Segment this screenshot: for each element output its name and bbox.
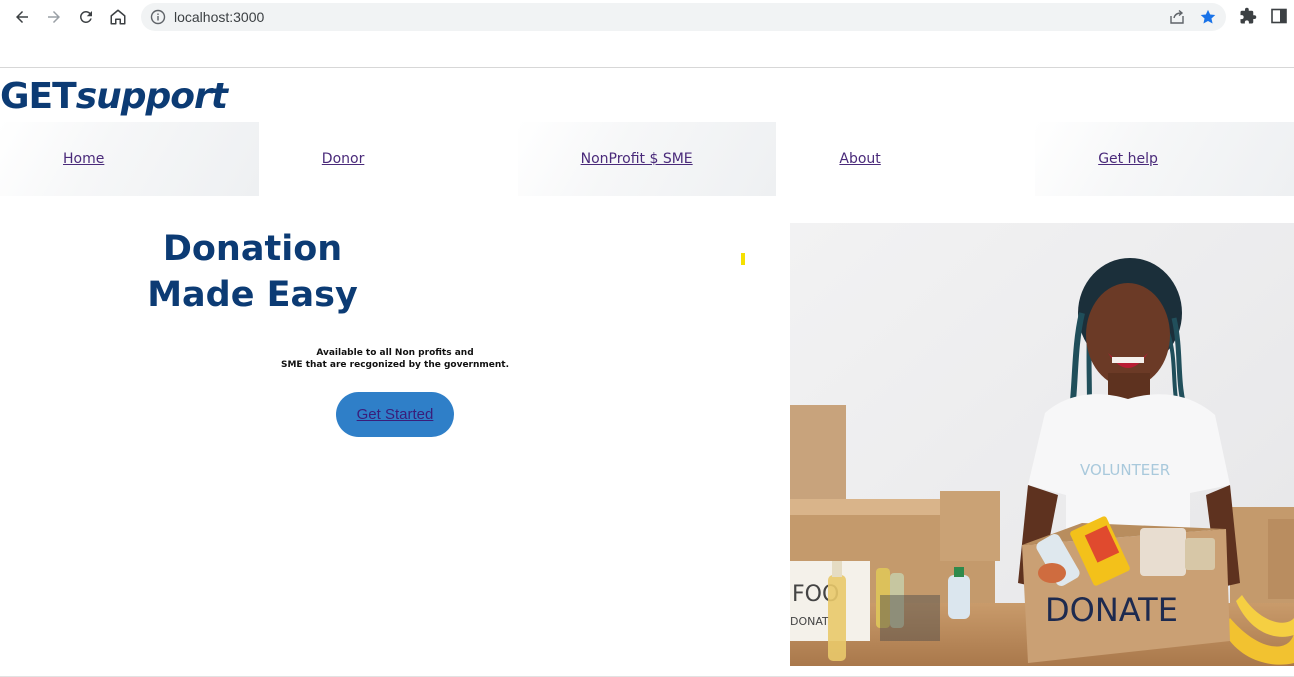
home-icon[interactable] <box>106 5 130 29</box>
hero-title-line-2: Made Easy <box>147 275 358 315</box>
main-navigation: Home Donor NonProfit $ SME About Get hel… <box>0 122 1294 196</box>
nav-item-home: Home <box>0 122 259 196</box>
reload-icon[interactable] <box>74 5 98 29</box>
address-bar[interactable]: localhost:3000 <box>141 3 1226 31</box>
hero-title: Donation Made Easy <box>140 226 365 318</box>
hero-subtitle-line-2: SME that are recgonized by the governmen… <box>280 360 510 370</box>
browser-toolbar: localhost:3000 <box>0 0 1294 68</box>
nav-item-about: About <box>776 122 1035 196</box>
site-logo[interactable]: GETsupport <box>0 75 228 119</box>
forward-arrow-icon[interactable] <box>42 5 66 29</box>
side-box-label-2: DONAT <box>790 615 829 628</box>
nav-link-get-help[interactable]: Get help <box>1098 151 1158 167</box>
nav-item-nonprofit: NonProfit $ SME <box>517 122 777 196</box>
hero-subtitle-line-1: Available to all Non profits and <box>316 348 474 358</box>
extensions-icon[interactable] <box>1239 7 1257 25</box>
hero-title-line-1: Donation <box>162 229 343 269</box>
nav-link-donor[interactable]: Donor <box>322 151 365 167</box>
logo-italic-text: support <box>75 76 228 117</box>
box-label: DONATE <box>1045 591 1178 629</box>
star-icon[interactable] <box>1199 8 1217 26</box>
shirt-label: VOLUNTEER <box>1080 461 1170 479</box>
nav-item-donor: Donor <box>259 122 518 196</box>
get-started-link[interactable]: Get Started <box>357 406 434 423</box>
nav-link-home[interactable]: Home <box>63 151 104 167</box>
back-arrow-icon[interactable] <box>10 5 34 29</box>
nav-link-nonprofit[interactable]: NonProfit $ SME <box>581 151 693 167</box>
info-icon[interactable] <box>150 9 166 25</box>
hero-image: FOO DONAT VOLUNTEER DONATE <box>790 223 1294 666</box>
hero-subtitle: Available to all Non profits and SME tha… <box>270 347 520 371</box>
nav-item-get-help: Get help <box>1035 122 1294 196</box>
get-started-button[interactable]: Get Started <box>336 392 454 437</box>
logo-bold-text: GET <box>0 76 77 117</box>
decorative-mark <box>741 253 745 265</box>
nav-link-about[interactable]: About <box>839 151 880 167</box>
share-icon[interactable] <box>1168 8 1186 26</box>
url-text[interactable]: localhost:3000 <box>174 8 264 26</box>
side-panel-icon[interactable] <box>1271 8 1287 24</box>
